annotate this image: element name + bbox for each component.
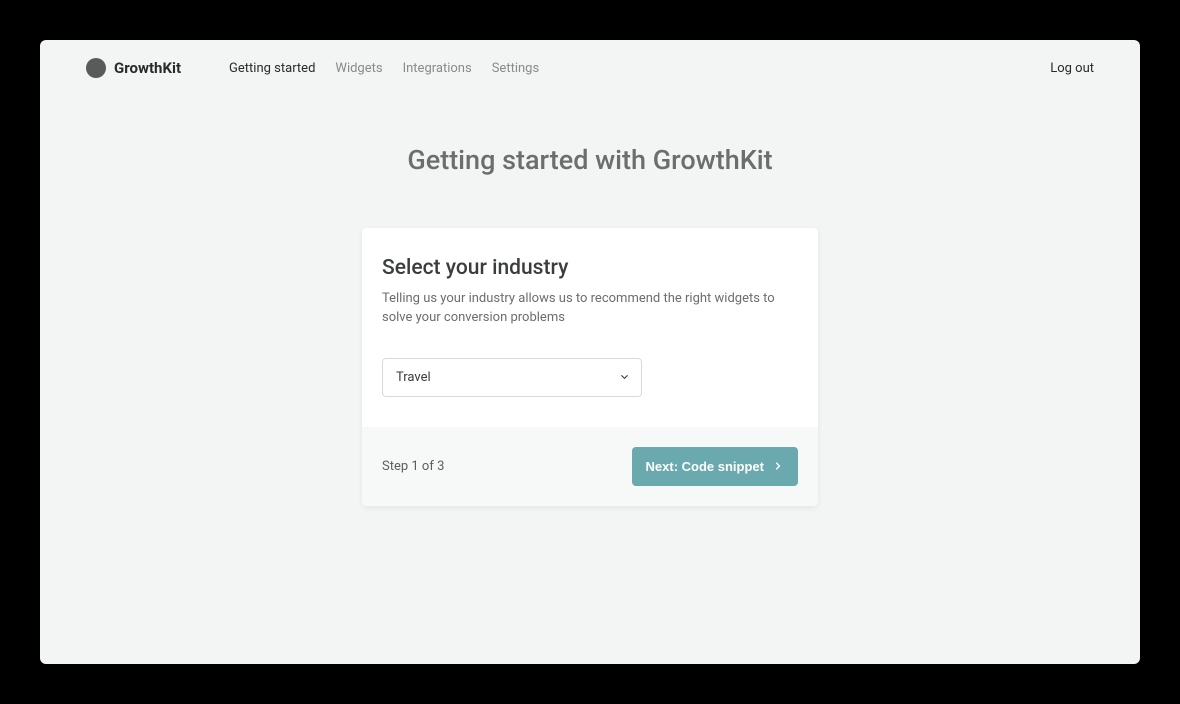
nav-integrations[interactable]: Integrations — [403, 61, 472, 76]
brand-name: GrowthKit — [114, 59, 181, 77]
logo-area[interactable]: GrowthKit — [86, 58, 181, 78]
industry-select[interactable]: Travel — [382, 358, 642, 397]
logout-link[interactable]: Log out — [1050, 61, 1094, 76]
header: GrowthKit Getting started Widgets Integr… — [40, 40, 1140, 96]
main-nav: Getting started Widgets Integrations Set… — [229, 61, 539, 76]
industry-select-wrap: Travel — [382, 358, 642, 397]
card-description: Telling us your industry allows us to re… — [382, 290, 782, 328]
app-frame: GrowthKit Getting started Widgets Integr… — [40, 40, 1140, 664]
nav-getting-started[interactable]: Getting started — [229, 61, 315, 76]
next-button-label: Next: Code snippet — [646, 459, 764, 474]
card-body: Select your industry Telling us your ind… — [362, 228, 818, 427]
chevron-right-icon — [772, 460, 784, 472]
onboarding-card: Select your industry Telling us your ind… — [362, 228, 818, 506]
step-indicator: Step 1 of 3 — [382, 459, 444, 474]
logo-icon — [86, 58, 106, 78]
next-button[interactable]: Next: Code snippet — [632, 447, 798, 486]
page-title: Getting started with GrowthKit — [40, 144, 1140, 176]
industry-select-value: Travel — [396, 370, 431, 385]
nav-settings[interactable]: Settings — [492, 61, 539, 76]
card-title: Select your industry — [382, 256, 798, 280]
card-footer: Step 1 of 3 Next: Code snippet — [362, 427, 818, 506]
nav-widgets[interactable]: Widgets — [335, 61, 382, 76]
